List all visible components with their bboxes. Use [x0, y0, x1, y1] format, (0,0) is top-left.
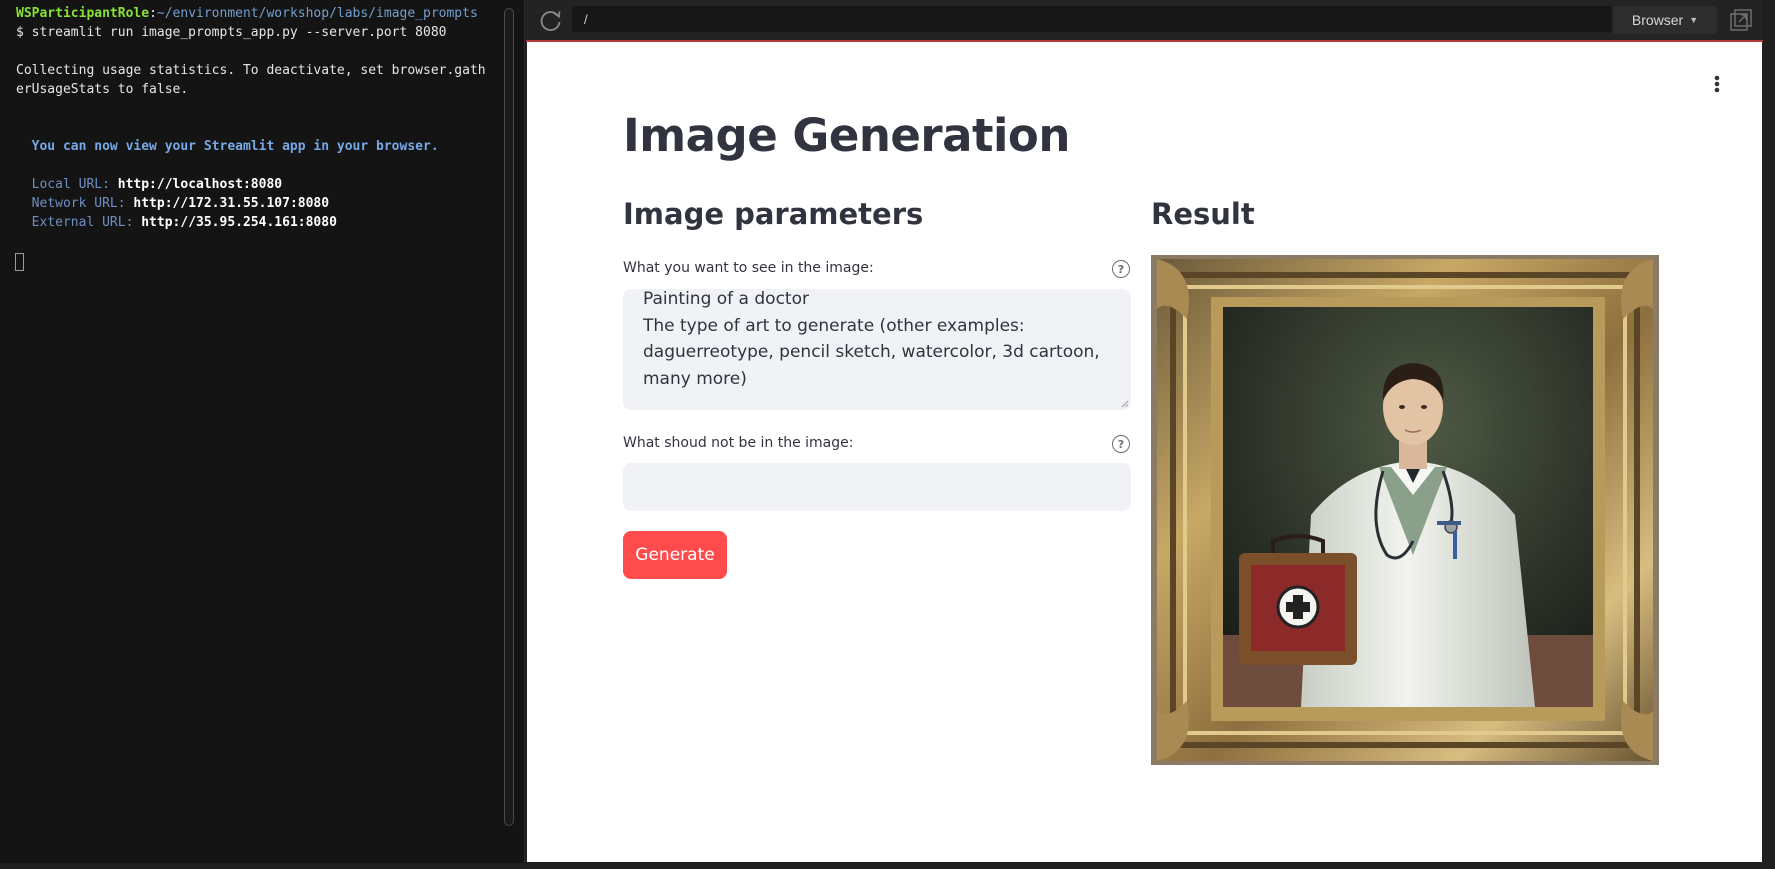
negative-prompt-input[interactable] — [623, 463, 1131, 511]
prompt-label: What you want to see in the image: — [623, 260, 874, 276]
prompt-line: daguerreotype, pencil sketch, watercolor… — [643, 342, 1100, 362]
prompt-help-icon[interactable]: ? — [1112, 260, 1130, 278]
browser-dropdown-button[interactable]: Browser ▼ — [1613, 6, 1717, 34]
prompt-textarea[interactable]: Painting of a doctor The type of art to … — [623, 289, 1131, 410]
streamlit-app: Image Generation Image parameters Result… — [527, 42, 1762, 862]
terminal-external-url: http://35.95.254.161:8080 — [141, 215, 337, 230]
terminal-local-url: http://localhost:8080 — [117, 177, 283, 192]
terminal-network-label: Network URL: — [16, 196, 134, 211]
negative-help-icon[interactable]: ? — [1112, 435, 1130, 453]
generate-button[interactable]: Generate — [623, 531, 727, 579]
prompt-line: The type of art to generate (other examp… — [643, 315, 1025, 336]
reload-icon[interactable] — [538, 8, 564, 34]
prompt-line: Painting of a doctor — [643, 289, 809, 309]
terminal-external-label: External URL: — [16, 215, 142, 230]
resize-handle-icon[interactable] — [1121, 400, 1129, 408]
terminal-path: ~/environment/workshop/labs/image_prompt… — [156, 6, 478, 21]
generated-image — [1151, 255, 1659, 765]
popout-icon[interactable] — [1729, 8, 1753, 32]
url-input[interactable] — [572, 6, 1612, 32]
terminal-command: $ streamlit run image_prompts_app.py --s… — [16, 25, 447, 40]
browser-button-label: Browser — [1631, 12, 1684, 28]
terminal-collect-line-1: Collecting usage statistics. To deactiva… — [16, 63, 486, 78]
result-heading: Result — [1151, 197, 1255, 231]
terminal-output: WSParticipantRole:~/environment/workshop… — [16, 4, 506, 232]
terminal-pane[interactable]: WSParticipantRole:~/environment/workshop… — [0, 0, 525, 863]
terminal-view-message: You can now view your Streamlit app in y… — [16, 139, 439, 154]
image-parameters-heading: Image parameters — [623, 197, 924, 231]
terminal-local-label: Local URL: — [16, 177, 118, 192]
prompt-line: many more) — [643, 368, 747, 389]
chevron-down-icon: ▼ — [1689, 15, 1699, 25]
kebab-menu-icon[interactable] — [1707, 72, 1727, 96]
terminal-user: WSParticipantRole — [16, 6, 150, 21]
browser-toolbar: Browser ▼ — [526, 0, 1763, 40]
terminal-scrollbar[interactable] — [504, 8, 514, 826]
terminal-network-url: http://172.31.55.107:8080 — [133, 196, 330, 211]
page-title: Image Generation — [623, 109, 1070, 162]
terminal-colon: : — [149, 6, 157, 21]
terminal-collect-line-2: erUsageStats to false. — [16, 82, 189, 97]
negative-prompt-label: What shoud not be in the image: — [623, 435, 854, 451]
terminal-cursor — [15, 253, 24, 271]
